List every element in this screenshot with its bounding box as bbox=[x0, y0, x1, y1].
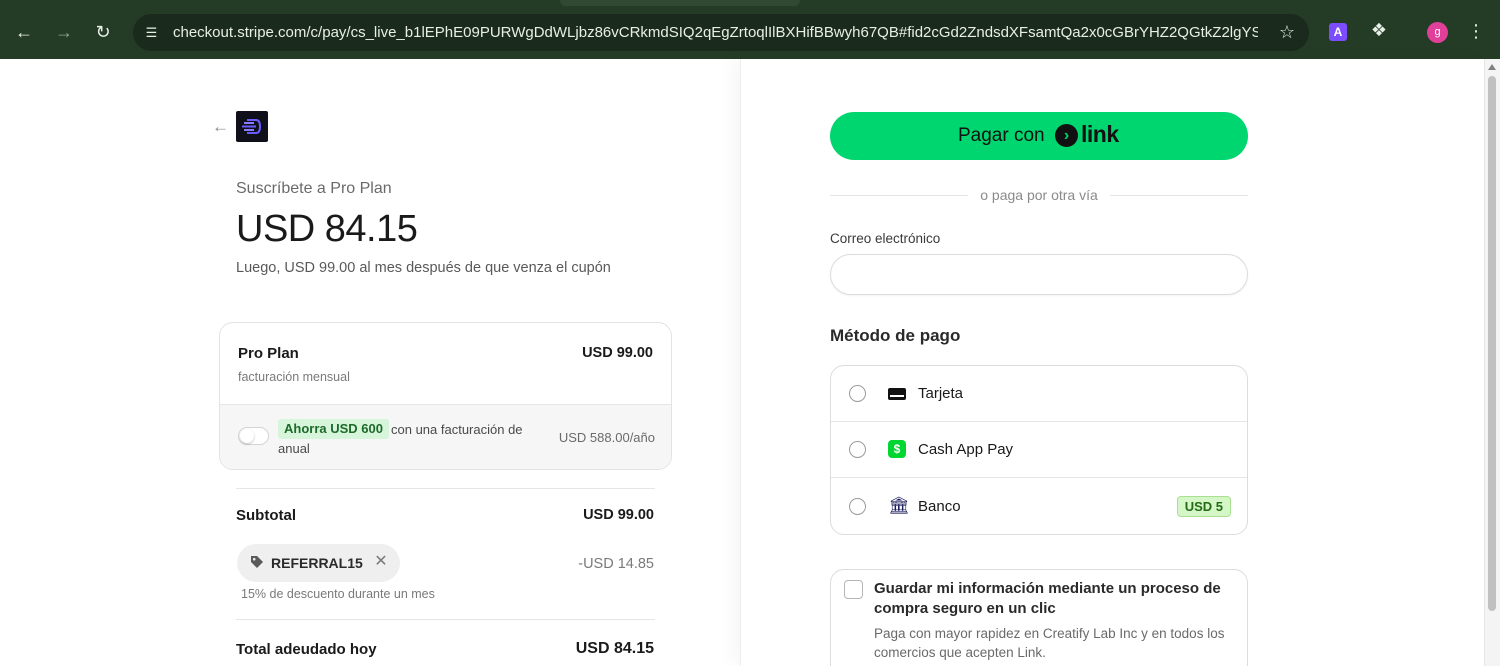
divider bbox=[236, 619, 655, 620]
price-note: Luego, USD 99.00 al mes después de que v… bbox=[236, 260, 611, 276]
discount-value: -USD 14.85 bbox=[578, 556, 654, 572]
method-label: Banco bbox=[918, 498, 961, 515]
subscribe-title: Suscríbete a Pro Plan bbox=[236, 180, 392, 197]
plan-billing-period: facturación mensual bbox=[238, 370, 350, 384]
email-label: Correo electrónico bbox=[830, 231, 941, 246]
remove-coupon-close-icon[interactable]: ✕ bbox=[373, 553, 389, 571]
radio-cash-app[interactable] bbox=[849, 441, 866, 458]
due-today-price: USD 84.15 bbox=[236, 208, 418, 250]
merchant-logo bbox=[236, 111, 268, 142]
divider bbox=[236, 488, 655, 489]
toggle-knob bbox=[240, 429, 254, 443]
back-arrow-icon[interactable]: ← bbox=[12, 20, 36, 44]
scroll-up-arrow-icon[interactable] bbox=[1488, 64, 1496, 70]
profile-avatar[interactable]: g bbox=[1427, 22, 1448, 43]
cash-app-icon: $ bbox=[888, 440, 906, 458]
plan-name: Pro Plan bbox=[238, 345, 299, 362]
payment-method-list: Tarjeta $ Cash App Pay 🏛 Banco USD 5 bbox=[830, 365, 1248, 535]
active-tab-edge bbox=[560, 0, 800, 6]
payment-method-card[interactable]: Tarjeta bbox=[831, 366, 1247, 422]
discount-note: 15% de descuento durante un mes bbox=[241, 587, 435, 601]
link-brand-word: link bbox=[1081, 121, 1119, 147]
save-info-title: Guardar mi información mediante un proce… bbox=[874, 580, 1221, 617]
save-info-box: Guardar mi información mediante un proce… bbox=[830, 569, 1248, 666]
subtotal-label: Subtotal bbox=[236, 507, 296, 524]
annual-price: USD 588.00/año bbox=[558, 430, 655, 445]
url-text[interactable]: checkout.stripe.com/c/pay/cs_live_b1lEPh… bbox=[173, 24, 1258, 41]
credit-card-icon bbox=[888, 388, 906, 400]
divider bbox=[1110, 195, 1248, 196]
browser-menu-icon[interactable]: ⋮ bbox=[1466, 19, 1486, 43]
address-bar[interactable]: ☰ checkout.stripe.com/c/pay/cs_live_b1lE… bbox=[133, 14, 1309, 51]
payment-method-cash-app[interactable]: $ Cash App Pay bbox=[831, 421, 1247, 477]
method-label: Tarjeta bbox=[918, 385, 964, 402]
extension-a-icon[interactable]: A bbox=[1329, 23, 1347, 41]
savings-badge: Ahorra USD 600 bbox=[278, 419, 389, 439]
upsell-text-continued: anual bbox=[278, 441, 310, 456]
link-chevron-icon: › bbox=[1055, 124, 1078, 147]
scrollbar-thumb[interactable] bbox=[1488, 76, 1496, 611]
payment-method-heading: Método de pago bbox=[830, 326, 961, 345]
annual-billing-toggle[interactable] bbox=[238, 427, 269, 445]
upsell-text: con una facturación de bbox=[391, 422, 523, 437]
plan-price: USD 99.00 bbox=[582, 345, 653, 361]
coupon-code: REFERRAL15 bbox=[271, 555, 363, 571]
forward-arrow-icon[interactable]: → bbox=[52, 20, 76, 44]
save-info-description: Paga con mayor rapidez en Creatify Lab I… bbox=[874, 626, 1225, 660]
or-pay-another-way: o paga por otra vía bbox=[980, 187, 1098, 203]
bookmark-star-icon[interactable]: ☆ bbox=[1279, 22, 1295, 42]
tag-icon bbox=[250, 555, 264, 569]
payment-method-bank[interactable]: 🏛 Banco USD 5 bbox=[831, 477, 1247, 533]
radio-bank[interactable] bbox=[849, 498, 866, 515]
link-button-label: Pagar con bbox=[958, 125, 1045, 146]
browser-toolbar: ← → ↻ ☰ checkout.stripe.com/c/pay/cs_liv… bbox=[0, 0, 1500, 59]
annual-upsell: Ahorra USD 600 con una facturación de an… bbox=[220, 404, 671, 469]
radio-card[interactable] bbox=[849, 385, 866, 402]
site-info-icon[interactable]: ☰ bbox=[141, 22, 162, 43]
back-arrow-icon[interactable]: ← bbox=[212, 117, 230, 137]
subtotal-value: USD 99.00 bbox=[583, 507, 654, 523]
coupon-chip: REFERRAL15 ✕ bbox=[237, 544, 400, 582]
divider bbox=[830, 195, 968, 196]
plan-card: Pro Plan USD 99.00 facturación mensual A… bbox=[219, 322, 672, 470]
save-info-checkbox[interactable] bbox=[844, 580, 863, 599]
total-value: USD 84.15 bbox=[575, 640, 654, 657]
bank-discount-badge: USD 5 bbox=[1176, 496, 1231, 517]
pay-with-link-button[interactable]: Pagar con › link bbox=[830, 112, 1248, 160]
email-field[interactable] bbox=[830, 254, 1248, 295]
total-label: Total adeudado hoy bbox=[236, 641, 377, 658]
method-label: Cash App Pay bbox=[918, 441, 1014, 458]
extensions-puzzle-icon[interactable]: ❖ bbox=[1368, 19, 1390, 41]
reload-icon[interactable]: ↻ bbox=[91, 20, 115, 44]
bank-icon: 🏛 bbox=[888, 496, 910, 515]
